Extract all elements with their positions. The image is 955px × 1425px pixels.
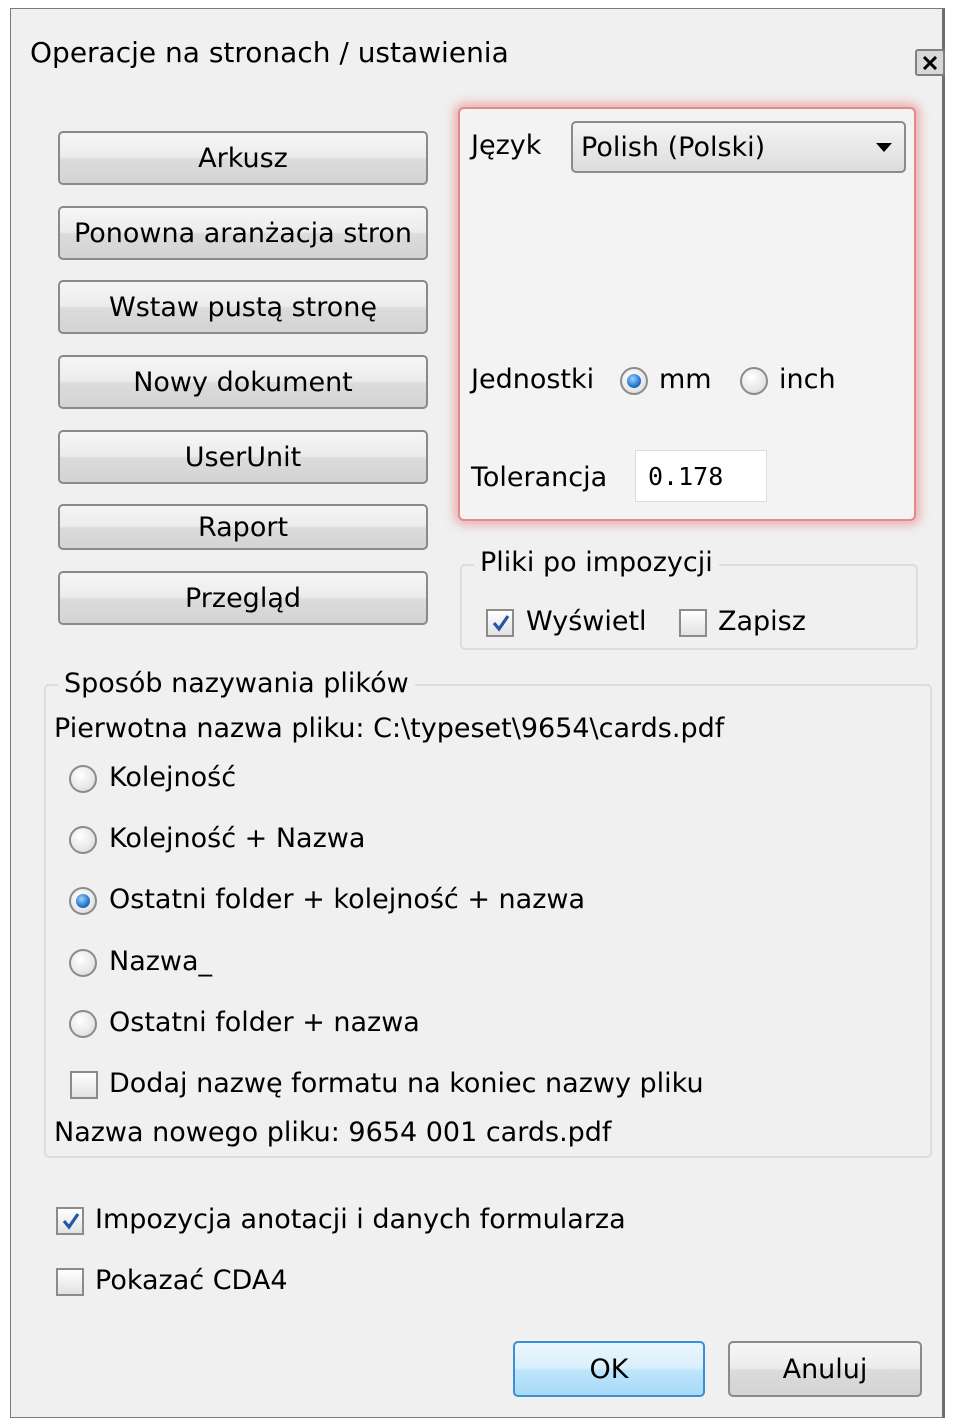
tolerance-value: 0.178	[648, 461, 724, 491]
chevron-down-icon	[876, 143, 892, 152]
checkmark-icon	[62, 1213, 80, 1230]
show-cda4-label: Pokazać CDA4	[95, 1265, 288, 1296]
cancel-button[interactable]: Anuluj	[728, 1341, 922, 1397]
imposed-files-legend: Pliki po impozycji	[474, 547, 719, 578]
insert-blank-page-button[interactable]: Wstaw pustą stronę	[58, 280, 428, 334]
naming-option-name-radio[interactable]	[69, 949, 97, 977]
naming-option-folder-order-name-radio[interactable]	[69, 887, 97, 915]
naming-option-order-radio[interactable]	[69, 765, 97, 793]
show-cda4-checkbox[interactable]	[56, 1268, 84, 1296]
show-label: Wyświetl	[526, 606, 647, 637]
naming-option-folder-name-radio[interactable]	[69, 1010, 97, 1038]
naming-option-folder-name-label: Ostatni folder + nazwa	[109, 1007, 420, 1038]
naming-option-name-label: Nazwa_	[109, 946, 213, 977]
rearrange-pages-button[interactable]: Ponowna aranżacja stron	[58, 206, 428, 260]
title-bar: Operacje na stronach / ustawienia	[10, 8, 945, 88]
show-checkbox[interactable]	[486, 609, 514, 637]
userunit-button[interactable]: UserUnit	[58, 430, 428, 484]
unit-inch-label: inch	[779, 364, 836, 395]
save-label: Zapisz	[718, 606, 806, 637]
file-naming-legend: Sposób nazywania plików	[58, 668, 415, 699]
tolerance-label: Tolerancja	[471, 462, 608, 493]
close-button[interactable]	[915, 49, 945, 76]
language-select-value: Polish (Polski)	[581, 131, 766, 163]
language-select[interactable]: Polish (Polski)	[571, 121, 906, 173]
checkmark-icon	[492, 615, 510, 632]
impose-annotations-checkbox[interactable]	[56, 1207, 84, 1235]
ok-button[interactable]: OK	[513, 1341, 705, 1397]
naming-option-order-label: Kolejność	[109, 762, 237, 793]
language-label: Język	[471, 130, 542, 161]
unit-mm-radio[interactable]	[620, 367, 648, 395]
naming-option-folder-order-name-label: Ostatni folder + kolejność + nazwa	[109, 884, 585, 915]
tolerance-input[interactable]: 0.178	[635, 450, 767, 502]
preview-button[interactable]: Przegląd	[58, 571, 428, 625]
naming-option-order-name-label: Kolejność + Nazwa	[109, 823, 366, 854]
unit-mm-label: mm	[659, 364, 712, 395]
window-title: Operacje na stronach / ustawienia	[30, 36, 509, 69]
append-format-label: Dodaj nazwę formatu na koniec nazwy plik…	[109, 1068, 704, 1099]
report-button[interactable]: Raport	[58, 504, 428, 550]
save-checkbox[interactable]	[679, 609, 707, 637]
close-icon	[922, 55, 938, 70]
unit-inch-radio[interactable]	[740, 367, 768, 395]
new-filename: Nazwa nowego pliku: 9654 001 cards.pdf	[54, 1117, 612, 1148]
arkusz-button[interactable]: Arkusz	[58, 131, 428, 185]
append-format-checkbox[interactable]	[70, 1071, 98, 1099]
naming-option-order-name-radio[interactable]	[69, 826, 97, 854]
new-document-button[interactable]: Nowy dokument	[58, 355, 428, 409]
original-filename: Pierwotna nazwa pliku: C:\typeset\9654\c…	[54, 713, 725, 744]
units-label: Jednostki	[471, 364, 595, 395]
impose-annotations-label: Impozycja anotacji i danych formularza	[95, 1204, 626, 1235]
